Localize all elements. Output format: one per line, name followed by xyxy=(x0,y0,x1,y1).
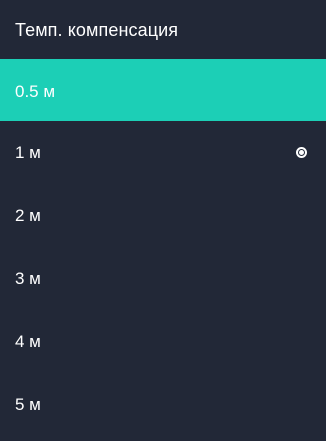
radio-selected-icon xyxy=(296,147,307,158)
option-label: 1 м xyxy=(15,142,41,162)
option-list: 0.5 м 1 м 2 м 3 м 4 м 5 м xyxy=(0,62,326,436)
radio-dot xyxy=(299,150,304,155)
option-2m[interactable]: 2 м xyxy=(0,184,326,247)
option-1m[interactable]: 1 м xyxy=(0,121,326,184)
option-0-5m[interactable]: 0.5 м xyxy=(0,62,326,121)
option-label: 3 м xyxy=(15,268,41,288)
option-4m[interactable]: 4 м xyxy=(0,310,326,373)
option-label: 0.5 м xyxy=(15,81,56,101)
menu-title: Темп. компенсация xyxy=(15,19,179,40)
option-3m[interactable]: 3 м xyxy=(0,247,326,310)
option-label: 4 м xyxy=(15,331,41,351)
option-label: 2 м xyxy=(15,205,41,225)
option-label: 5 м xyxy=(15,394,41,414)
temp-compensation-menu: Темп. компенсация 0.5 м 1 м 2 м 3 м 4 м … xyxy=(0,0,326,441)
option-5m[interactable]: 5 м xyxy=(0,373,326,436)
menu-header: Темп. компенсация xyxy=(0,0,326,62)
